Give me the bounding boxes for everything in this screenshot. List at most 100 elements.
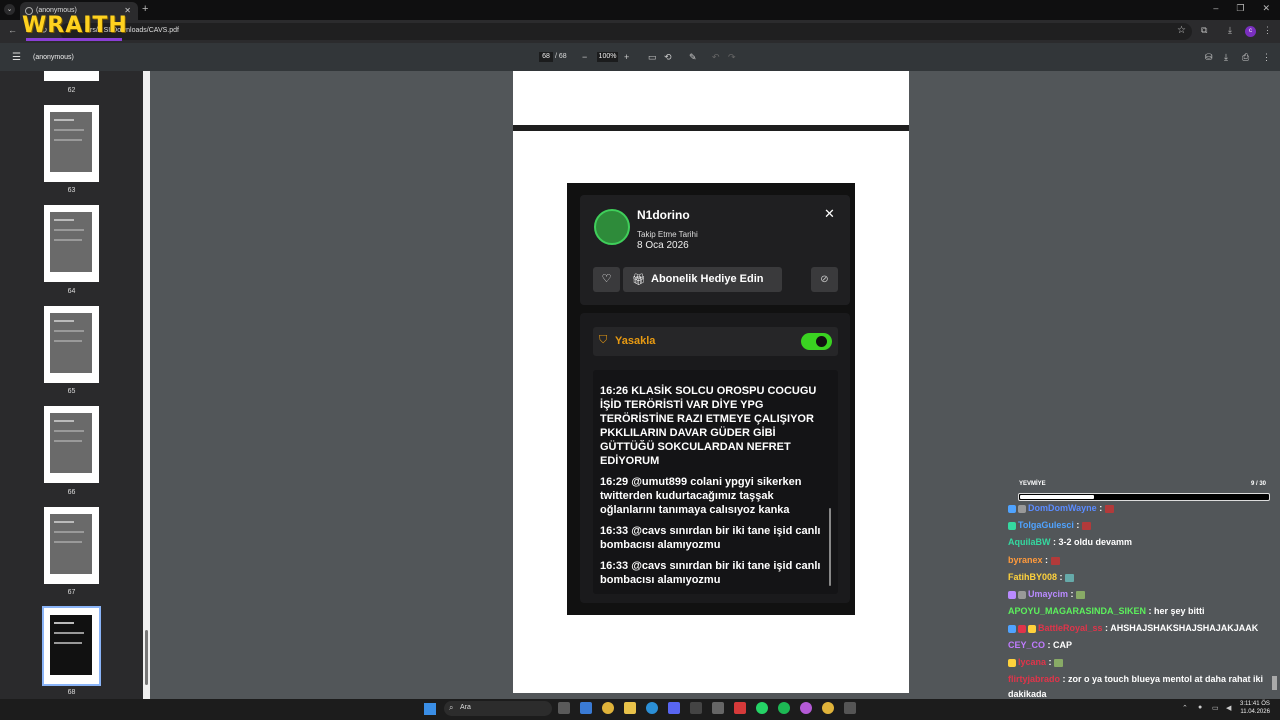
print-icon[interactable]: ⎙ [1242, 52, 1249, 63]
app-icon[interactable] [844, 702, 856, 714]
chat-message: Umaycim : [1008, 589, 1086, 599]
extensions-icon[interactable]: ⧉ [1201, 25, 1207, 36]
thumbnail-label: 62 [67, 87, 76, 94]
document-title: (anonymous) [33, 54, 74, 61]
whatsapp-icon[interactable] [756, 702, 768, 714]
chat-username: byranex [1008, 555, 1043, 565]
taskbar-clock[interactable]: 3:11:41 ÖS 11.04.2026 [1240, 700, 1270, 716]
search-icon: ⌕ [449, 703, 454, 712]
more-options-icon[interactable]: ⋮ [1262, 52, 1271, 63]
profile-avatar[interactable]: c [1245, 26, 1256, 37]
microphone-icon[interactable]: ● [1198, 704, 1202, 711]
thumbnail-page-66[interactable] [44, 406, 99, 483]
redo-icon[interactable]: ↷ [728, 52, 736, 63]
app-icon[interactable] [734, 702, 746, 714]
app-icon[interactable] [580, 702, 592, 714]
pdf-page-67 [513, 71, 909, 125]
sidebar-scrollbar[interactable] [143, 71, 150, 699]
close-window-icon[interactable]: ✕ [1262, 3, 1270, 14]
network-icon[interactable]: ▭ [1212, 704, 1219, 712]
chat-text: zor o ya touch blueya mentol at daha rah… [1068, 674, 1264, 684]
chat-message: byranex : [1008, 555, 1060, 565]
tab-search-icon[interactable]: ⌄ [4, 4, 15, 15]
goal-progress-fill [1020, 495, 1094, 499]
chat-message: flirtyjabrado : zor o ya touch blueya me… [1008, 674, 1264, 684]
minimize-icon[interactable]: – [1213, 3, 1218, 14]
annotate-icon[interactable]: ✎ [689, 52, 697, 63]
thumbnail-label: 65 [67, 388, 76, 395]
omnibox[interactable]: rs/MSI/Downloads/CAVS.pdf ☆ [60, 23, 1192, 40]
logo-underline [26, 38, 122, 41]
clock-time: 3:11:41 ÖS [1240, 701, 1270, 707]
badge-icon [1008, 590, 1016, 599]
chat-scrollbar[interactable] [1272, 676, 1277, 690]
chat-message: TolgaGulesci : [1008, 520, 1091, 530]
volume-icon[interactable]: ◀ [1226, 704, 1231, 712]
app-icon[interactable] [712, 702, 724, 714]
chat-message: CEY_CO : CAP [1008, 640, 1073, 650]
chat-username: TolgaGulesci [1018, 520, 1074, 530]
thumbnail-page-68[interactable] [42, 606, 101, 686]
thumbnail-label: 64 [67, 288, 76, 295]
steam-icon[interactable] [690, 702, 702, 714]
save-to-drive-icon[interactable]: ⛁ [1205, 52, 1213, 63]
thumbnail-page-64[interactable] [44, 205, 99, 282]
chat-message: AquilaBW : 3-2 oldu devamm [1008, 537, 1133, 547]
thumbnail-label: 66 [67, 489, 76, 496]
chat-message-continuation: dakikada [1008, 689, 1047, 699]
edge-icon[interactable] [646, 702, 658, 714]
task-view-icon[interactable] [558, 702, 570, 714]
heart-icon: ♡ [593, 267, 620, 292]
clock-date: 11.04.2026 [1240, 709, 1270, 715]
chrome-icon[interactable] [822, 702, 834, 714]
zoom-out-button[interactable]: − [582, 52, 587, 62]
zoom-input[interactable]: 100% [597, 52, 618, 62]
rotate-icon[interactable]: ⟲ [664, 52, 672, 63]
pdf-toolbar: ☰ (anonymous) 68 / 68 − 100% + ▭ ⟲ ✎ ↶ ↷… [0, 43, 1280, 71]
thumbnail-page-63[interactable] [44, 105, 99, 182]
chat-username: lycana [1018, 657, 1047, 667]
tray-chevron-icon[interactable]: ⌃ [1182, 704, 1188, 712]
windows-start-icon[interactable] [424, 703, 436, 715]
emote-icon [1050, 556, 1060, 565]
follow-date-label: Takip Etme Tarihi [637, 230, 698, 239]
back-icon[interactable]: ← [8, 25, 17, 35]
chat-message: BattleRoyal_ss : AHSHAJSHAKSHAJSHAJAKJAA… [1008, 623, 1258, 633]
address-bar-row: ← → ↻ rs/MSI/Downloads/CAVS.pdf ☆ ⧉ ⤓ ⋮ [0, 20, 1280, 43]
chrome-icon[interactable] [602, 702, 614, 714]
fit-page-icon[interactable]: ▭ [648, 52, 657, 63]
discord-icon[interactable] [668, 702, 680, 714]
file-explorer-icon[interactable] [624, 702, 636, 714]
undo-icon[interactable]: ↶ [712, 52, 720, 63]
message-item: 16:33 @cavs sınırdan bir iki tane işid c… [600, 560, 821, 586]
thumbnail-label: 63 [67, 187, 76, 194]
restore-icon[interactable]: ❐ [1236, 3, 1244, 14]
gift-subscription-label: Abonelik Hediye Edin [651, 273, 764, 285]
ban-toggle-knob [816, 336, 827, 347]
emote-icon [1104, 504, 1114, 513]
download-icon[interactable]: ⤓ [1224, 52, 1228, 63]
page-number-input[interactable]: 68 [539, 52, 553, 62]
new-tab-button[interactable]: + [142, 3, 148, 15]
taskbar-search[interactable]: ⌕ Ara [444, 701, 552, 716]
thumbnail-page-62[interactable] [44, 71, 99, 81]
badge-icon [1008, 624, 1016, 633]
bookmark-star-icon[interactable]: ☆ [1177, 25, 1186, 36]
page-total: / 68 [555, 53, 567, 60]
zoom-in-button[interactable]: + [624, 52, 629, 62]
mute-icon: ⊘ [811, 267, 838, 292]
downloads-icon[interactable]: ⤓ [1228, 25, 1232, 36]
chat-username: APOYU_MAGARASINDA_SIKEN [1008, 606, 1147, 616]
thumbnail-page-67[interactable] [44, 507, 99, 584]
sidebar-scrollbar-thumb[interactable] [145, 630, 148, 685]
shield-icon: ⛉ [599, 334, 608, 346]
app-icon[interactable] [800, 702, 812, 714]
chat-text: AHSHAJSHAKSHAJSHAJAKJAAK [1110, 623, 1259, 633]
badge-icon [1028, 624, 1036, 633]
sidebar-menu-icon[interactable]: ☰ [12, 52, 21, 63]
search-placeholder: Ara [460, 704, 471, 711]
thumbnail-page-65[interactable] [44, 306, 99, 383]
card-username: N1dorino [637, 208, 690, 222]
browser-menu-icon[interactable]: ⋮ [1263, 25, 1272, 36]
spotify-icon[interactable] [778, 702, 790, 714]
